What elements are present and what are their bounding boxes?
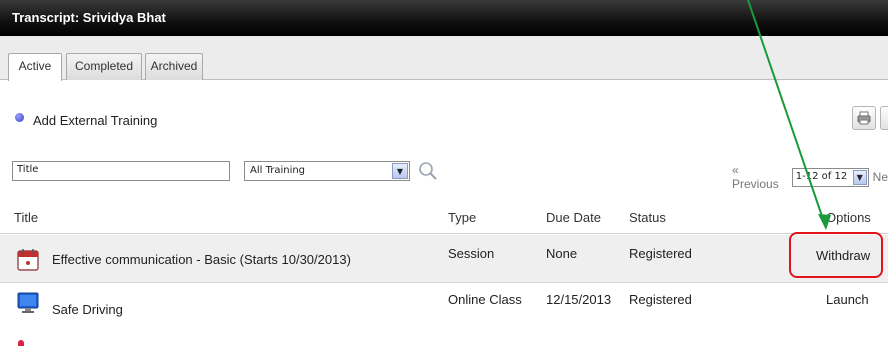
tab-strip: Active Completed Archived — [0, 36, 888, 81]
row-status: Registered — [629, 292, 692, 307]
row-type: Session — [448, 246, 495, 261]
add-external-training-label: Add External Training — [33, 113, 158, 128]
previous-link[interactable]: « Previous — [732, 163, 788, 191]
next-link[interactable]: Ne — [873, 170, 888, 184]
column-type[interactable]: Type — [448, 210, 476, 225]
chevron-down-icon[interactable]: ▼ — [852, 169, 867, 185]
partial-row-icon — [18, 340, 24, 346]
computer-monitor-icon — [17, 292, 39, 313]
column-options: Options — [826, 210, 871, 225]
window-title: Transcript: Srividya Bhat — [0, 0, 888, 36]
print-button[interactable] — [852, 106, 876, 130]
row-due-date: 12/15/2013 — [546, 292, 612, 307]
training-type-select[interactable]: All Training ▼ — [244, 161, 410, 181]
row-type: Online Class — [448, 292, 522, 307]
tab-archived[interactable]: Archived — [145, 53, 203, 80]
table-row: Safe Driving Online Class 12/15/2013 Reg… — [0, 284, 888, 332]
printer-icon — [857, 111, 871, 125]
page-range-select[interactable]: 1-12 of 12 ▼ — [791, 167, 869, 187]
page-range-value: 1-12 of 12 — [795, 170, 848, 182]
tab-active[interactable]: Active — [8, 53, 62, 81]
pager: « Previous 1-12 of 12 ▼ Ne — [732, 163, 888, 191]
column-due-date[interactable]: Due Date — [546, 210, 601, 225]
title-filter-input[interactable]: Title — [12, 161, 230, 181]
training-type-value: All Training — [250, 165, 306, 176]
add-icon — [15, 113, 24, 122]
launch-button[interactable]: Launch — [826, 292, 869, 307]
row-title[interactable]: Safe Driving — [52, 302, 123, 317]
row-due-date: None — [546, 246, 578, 261]
row-status: Registered — [629, 246, 692, 261]
add-external-training-link[interactable]: Add External Training — [15, 113, 157, 128]
annotation-highlight-box — [789, 232, 883, 278]
column-title[interactable]: Title — [14, 210, 38, 225]
table-row: Effective communication - Basic (Starts … — [0, 235, 888, 283]
chevron-down-icon[interactable]: ▼ — [392, 163, 408, 179]
calendar-session-icon — [17, 249, 39, 271]
tab-completed[interactable]: Completed — [66, 53, 142, 80]
table-header: Title Type Due Date Status Options — [0, 206, 888, 234]
row-title[interactable]: Effective communication - Basic (Starts … — [52, 252, 351, 267]
export-button[interactable] — [880, 106, 888, 130]
column-status[interactable]: Status — [629, 210, 666, 225]
search-icon[interactable] — [417, 160, 439, 182]
